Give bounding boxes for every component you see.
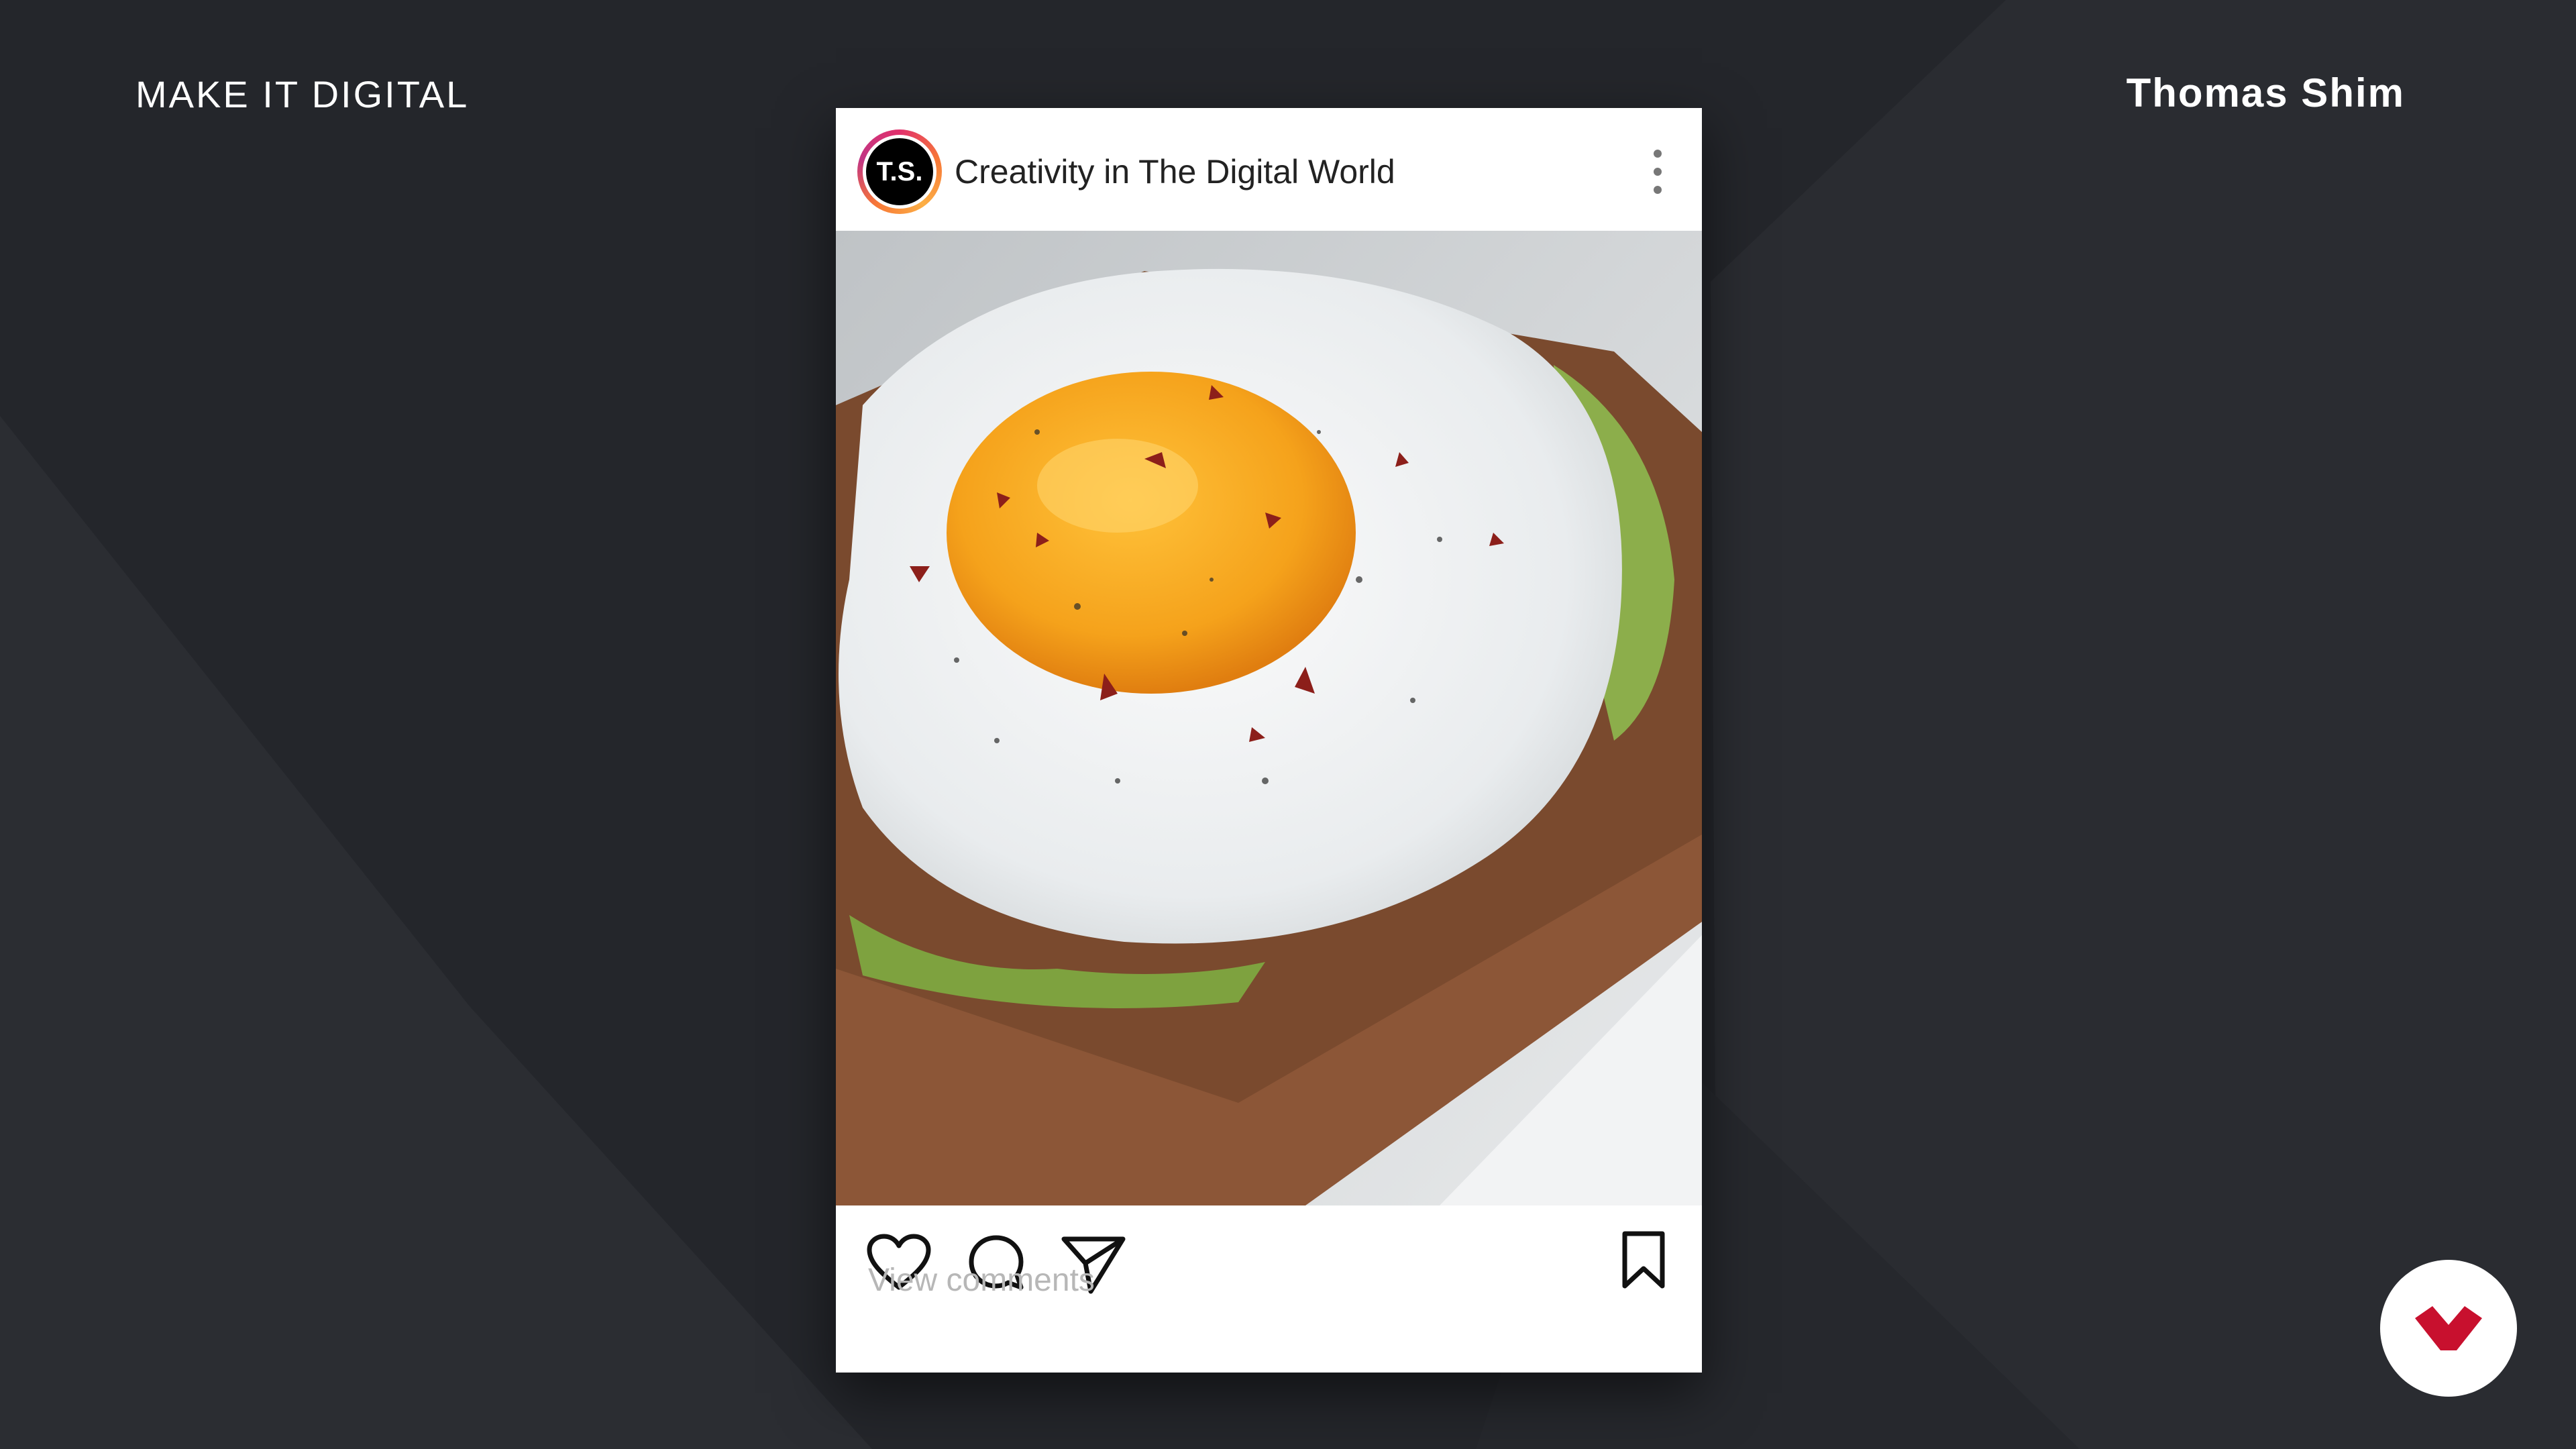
author-name: Thomas Shim: [2126, 70, 2405, 115]
avatar-initials: T.S.: [863, 135, 936, 209]
logo-mark: [2415, 1306, 2482, 1350]
account-name[interactable]: Creativity in The Digital World: [955, 152, 1395, 191]
view-comments-link[interactable]: View comments: [868, 1262, 1095, 1299]
post-header: T.S. Creativity in The Digital World: [836, 108, 1702, 231]
more-vertical-icon[interactable]: [1641, 150, 1674, 194]
post-photo: [836, 231, 1702, 1205]
post-card: T.S. Creativity in The Digital World Vie…: [836, 108, 1702, 1373]
brand-title: MAKE IT DIGITAL: [136, 73, 470, 115]
avatar[interactable]: T.S.: [857, 129, 942, 214]
bookmark-icon[interactable]: [1618, 1230, 1669, 1291]
brand-logo-icon[interactable]: [2380, 1260, 2517, 1397]
